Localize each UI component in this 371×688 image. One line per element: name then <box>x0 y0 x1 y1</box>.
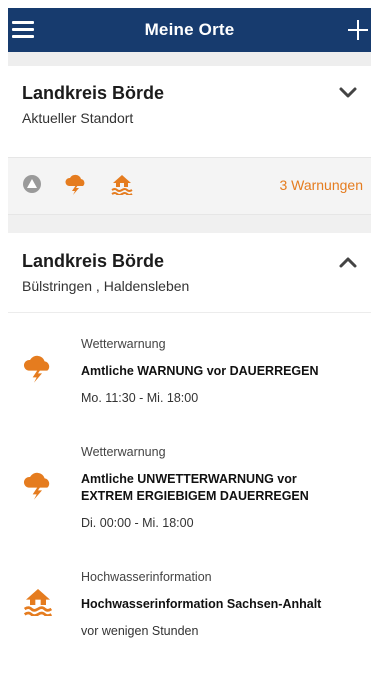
location-subtitle: Bülstringen , Haldensleben <box>22 278 190 294</box>
section-gap <box>8 52 371 66</box>
warning-title: Amtliche WARNUNG vor DAUERREGEN <box>81 364 319 378</box>
warning-time: vor wenigen Stunden <box>81 624 199 638</box>
warning-title: Amtliche UNWETTERWARNUNG vor EXTREM ERGI… <box>81 472 309 503</box>
storm-cloud-icon <box>22 353 54 388</box>
warning-type: Hochwasserinformation <box>81 570 212 584</box>
page-title: Meine Orte <box>144 20 235 39</box>
chevron-up-icon[interactable] <box>337 255 359 269</box>
location-title: Landkreis Börde <box>22 83 165 103</box>
location-title: Landkreis Börde <box>22 251 165 271</box>
warning-title: Hochwasserinformation Sachsen-Anhalt <box>81 597 322 611</box>
flood-house-icon <box>22 586 54 621</box>
storm-cloud-icon <box>22 470 54 505</box>
add-location-icon[interactable] <box>347 14 369 44</box>
warning-item[interactable]: Wetterwarnung Amtliche UNWETTERWARNUNG v… <box>8 445 371 530</box>
warning-type: Wetterwarnung <box>81 337 166 351</box>
flood-house-icon <box>110 173 134 200</box>
top-bar: Meine Orte <box>8 8 371 52</box>
chevron-down-icon[interactable] <box>337 86 359 100</box>
warnings-count-link[interactable]: 3 Warnungen <box>279 177 363 193</box>
location-card-2[interactable]: Landkreis Börde Bülstringen , Haldensleb… <box>8 233 371 313</box>
warning-type: Wetterwarnung <box>81 445 166 459</box>
circle-warning-icon <box>22 174 42 199</box>
warning-item[interactable]: Hochwasserinformation Hochwasserinformat… <box>8 570 371 638</box>
app-root: Meine Orte Landkreis Börde Aktueller Sta… <box>8 8 371 688</box>
location-card-1[interactable]: Landkreis Börde Aktueller Standort <box>8 66 371 127</box>
storm-cloud-icon <box>64 173 88 200</box>
warning-time: Di. 00:00 - Mi. 18:00 <box>81 516 194 530</box>
location-subtitle: Aktueller Standort <box>22 110 134 126</box>
warning-time: Mo. 11:30 - Mi. 18:00 <box>81 391 199 405</box>
warning-item[interactable]: Wetterwarnung Amtliche WARNUNG vor DAUER… <box>8 337 371 405</box>
warnings-summary-strip[interactable]: 3 Warnungen <box>8 157 371 215</box>
section-gap <box>8 215 371 233</box>
hamburger-menu-icon[interactable] <box>12 16 34 42</box>
